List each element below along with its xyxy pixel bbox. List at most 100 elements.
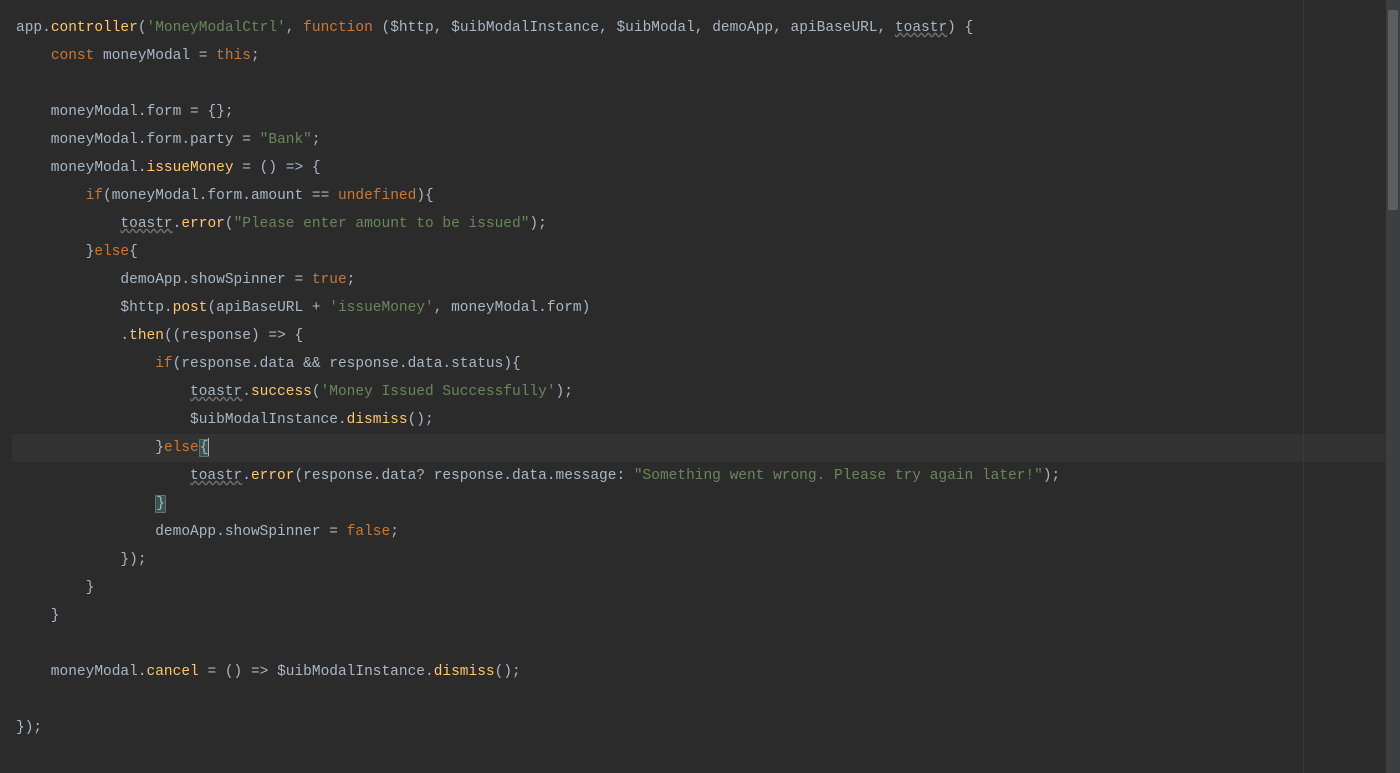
code-token: $http [390,20,434,36]
code-token: toastr [190,384,242,400]
code-line[interactable]: moneyModal.form.party = "Bank"; [12,126,1400,154]
code-token: form [207,188,242,204]
code-line[interactable]: toastr.error("Please enter amount to be … [12,210,1400,238]
scrollbar-thumb[interactable] [1388,10,1398,210]
code-line[interactable]: } [12,490,1400,518]
code-token [16,496,155,512]
code-token: amount [251,188,303,204]
code-token: ) => { [251,328,303,344]
code-token: (moneyModal. [103,188,207,204]
right-margin-guide [1303,0,1304,773]
code-token: const [51,48,95,64]
code-token: ( [138,20,147,36]
code-token: , [599,20,616,36]
code-token: ? response. [416,468,512,484]
code-token: demoApp. [16,524,225,540]
code-line[interactable]: const moneyModal = this; [12,42,1400,70]
code-token: (response. [294,468,381,484]
code-token: showSpinner [190,272,286,288]
code-token: error [251,468,295,484]
code-line[interactable] [12,686,1400,714]
code-token: ){ [503,356,520,372]
code-line[interactable]: } [12,574,1400,602]
code-token: form [147,132,182,148]
code-token: , [434,20,451,36]
code-token: this [216,48,251,64]
code-line[interactable]: toastr.success('Money Issued Successfull… [12,378,1400,406]
code-token: apiBaseURL [791,20,878,36]
code-token: }); [16,552,147,568]
code-token [16,216,120,232]
code-line[interactable]: if(response.data && response.data.status… [12,350,1400,378]
code-token: , [878,20,895,36]
code-line[interactable]: $uibModalInstance.dismiss(); [12,406,1400,434]
code-token: , [773,20,790,36]
code-token: showSpinner [225,524,321,540]
code-token [16,48,51,64]
code-token: == [303,188,338,204]
code-token: else [94,244,129,260]
code-line[interactable]: toastr.error(response.data? response.dat… [12,462,1400,490]
code-token: = [286,272,312,288]
code-token: (( [164,328,181,344]
code-line[interactable]: $http.post(apiBaseURL + 'issueMoney', mo… [12,294,1400,322]
code-token: (); [408,412,434,428]
code-token: ); [556,384,573,400]
code-token: $uibModalInstance [451,20,599,36]
code-token: , [695,20,712,36]
code-token: } [16,580,94,596]
code-line[interactable]: demoApp.showSpinner = true; [12,266,1400,294]
code-token: undefined [338,188,416,204]
code-token: = [234,132,260,148]
code-token: . [42,20,51,36]
code-line[interactable]: }); [12,546,1400,574]
code-token: function [303,20,373,36]
code-line[interactable] [12,70,1400,98]
code-token: then [129,328,164,344]
code-token: toastr [120,216,172,232]
code-token: issueMoney [147,160,234,176]
code-line[interactable]: moneyModal.cancel = () => $uibModalInsta… [12,658,1400,686]
code-line[interactable]: app.controller('MoneyModalCtrl', functio… [12,14,1400,42]
code-token: if [86,188,103,204]
code-line[interactable]: if(moneyModal.form.amount == undefined){ [12,182,1400,210]
code-line[interactable]: } [12,602,1400,630]
code-token: data [408,356,443,372]
code-token: }); [16,720,42,736]
code-token: ){ [416,188,433,204]
code-token: (); [495,664,521,680]
code-token: = () => { [234,160,321,176]
code-line[interactable]: demoApp.showSpinner = false; [12,518,1400,546]
code-token: false [347,524,391,540]
code-token: "Please enter amount to be issued" [234,216,530,232]
code-token: ( [312,384,321,400]
code-token: toastr [190,468,242,484]
vertical-scrollbar[interactable] [1386,0,1400,773]
code-token: moneyModal = [94,48,216,64]
code-area[interactable]: app.controller('MoneyModalCtrl', functio… [12,0,1400,773]
code-line[interactable]: moneyModal.form = {}; [12,98,1400,126]
code-line[interactable]: .then((response) => { [12,322,1400,350]
code-token: , [286,20,303,36]
code-token: } [16,244,94,260]
code-line[interactable]: }else{ [12,238,1400,266]
code-token: (response. [173,356,260,372]
code-token: (apiBaseURL + [207,300,329,316]
code-token: 'issueMoney' [329,300,433,316]
code-token: ; [312,132,321,148]
code-token: } [16,440,164,456]
code-token: moneyModal. [16,104,147,120]
code-line[interactable] [12,630,1400,658]
code-token: dismiss [434,664,495,680]
code-line[interactable]: moneyModal.issueMoney = () => { [12,154,1400,182]
code-token: $http. [16,300,173,316]
code-line[interactable]: }); [12,714,1400,742]
code-token: post [173,300,208,316]
code-token: else [164,440,199,456]
code-line[interactable]: }else{ [12,434,1400,462]
code-token: ; [347,272,356,288]
code-token [16,188,86,204]
code-token [16,384,190,400]
code-token: "Bank" [260,132,312,148]
code-token: status [451,356,503,372]
